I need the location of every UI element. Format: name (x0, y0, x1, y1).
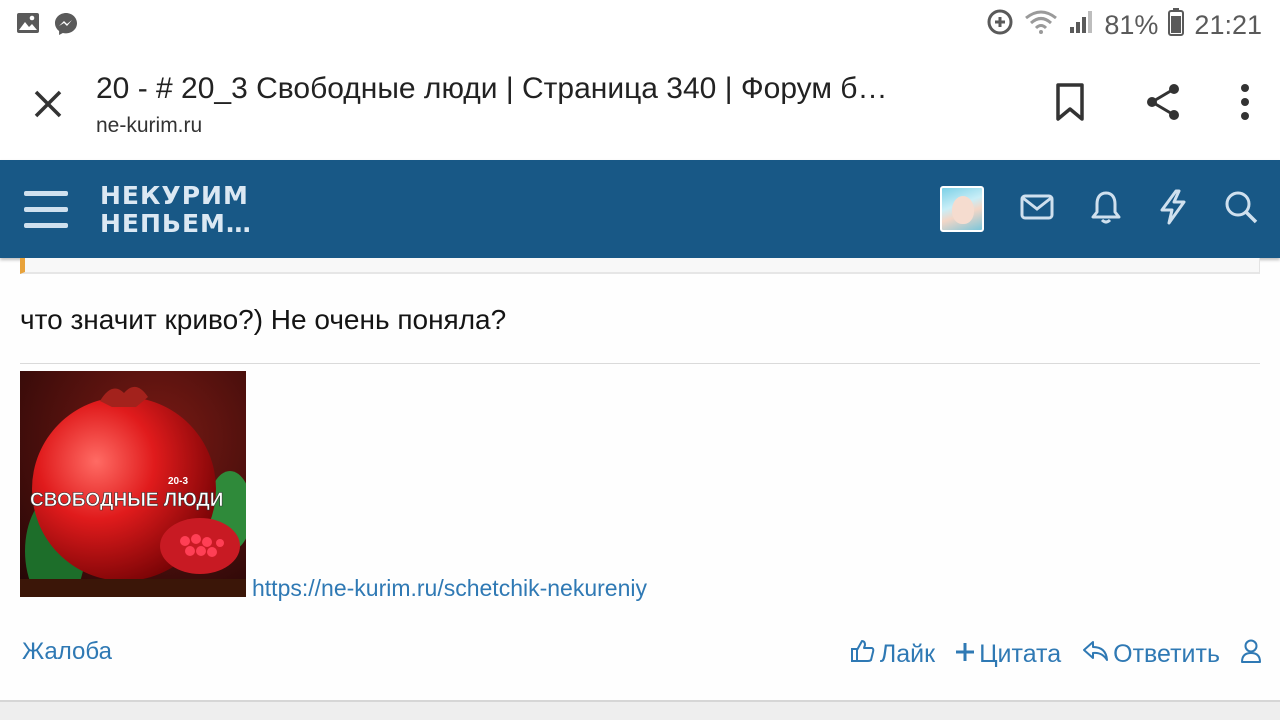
quote-label: Цитата (979, 640, 1062, 668)
search-icon[interactable] (1224, 190, 1258, 228)
close-icon[interactable] (30, 86, 66, 122)
user-avatar[interactable] (940, 186, 984, 232)
reply-button[interactable]: Ответить (1081, 639, 1220, 670)
quote-button[interactable]: Цитата (955, 640, 1061, 669)
signature-divider (20, 363, 1260, 364)
reply-label: Ответить (1113, 640, 1220, 668)
signature-link[interactable]: https://ne-kurim.ru/schetchik-nekureniy (252, 575, 647, 602)
banner-caption: СВОБОДНЫЕ ЛЮДИ (30, 490, 223, 511)
clock: 21:21 (1194, 10, 1262, 40)
messenger-icon (54, 12, 78, 40)
battery-percent: 81% (1104, 10, 1159, 40)
wifi-icon (1024, 9, 1058, 42)
menu-icon[interactable] (24, 191, 68, 228)
thumbs-up-icon (850, 638, 876, 671)
bell-icon[interactable] (1090, 190, 1122, 228)
like-label: Лайк (879, 640, 936, 668)
logo-line-1: НЕКУРИМ (100, 181, 249, 210)
quote-block (20, 258, 1260, 274)
plus-icon (955, 640, 975, 669)
reply-arrow-icon (1081, 639, 1109, 670)
share-icon[interactable] (1144, 82, 1182, 126)
user-icon[interactable] (1240, 638, 1262, 671)
page-title: 20 - # 20_3 Свободные люди | Страница 34… (96, 72, 888, 105)
signature-banner-image[interactable]: 20-3 СВОБОДНЫЕ ЛЮДИ (20, 371, 246, 597)
status-bar: 81% 21:21 (0, 0, 1280, 50)
battery-icon (1168, 8, 1185, 43)
like-button[interactable]: Лайк (850, 638, 935, 671)
lightning-icon[interactable] (1158, 189, 1188, 229)
more-menu-icon[interactable] (1240, 83, 1250, 125)
mail-icon[interactable] (1020, 194, 1054, 224)
data-saver-icon (986, 8, 1014, 43)
post-message: что значит криво?) Не очень поняла? (20, 304, 507, 335)
site-navbar: НЕКУРИМ НЕПЬЕМ… (0, 160, 1280, 258)
logo-line-2: НЕПЬЕМ… (100, 209, 252, 238)
banner-small-label: 20-3 (168, 476, 188, 487)
custom-tab-header: 20 - # 20_3 Свободные люди | Страница 34… (0, 50, 1280, 160)
post-separator (0, 700, 1280, 720)
signal-icon (1068, 9, 1094, 42)
site-logo[interactable]: НЕКУРИМ НЕПЬЕМ… (100, 182, 252, 238)
gallery-icon (16, 12, 40, 40)
post-actions-bar: Жалоба Лайк Цитата Ответить (0, 634, 1280, 674)
page-url: ne-kurim.ru (96, 114, 203, 137)
report-link[interactable]: Жалоба (22, 638, 112, 666)
bookmark-icon[interactable] (1054, 82, 1086, 126)
